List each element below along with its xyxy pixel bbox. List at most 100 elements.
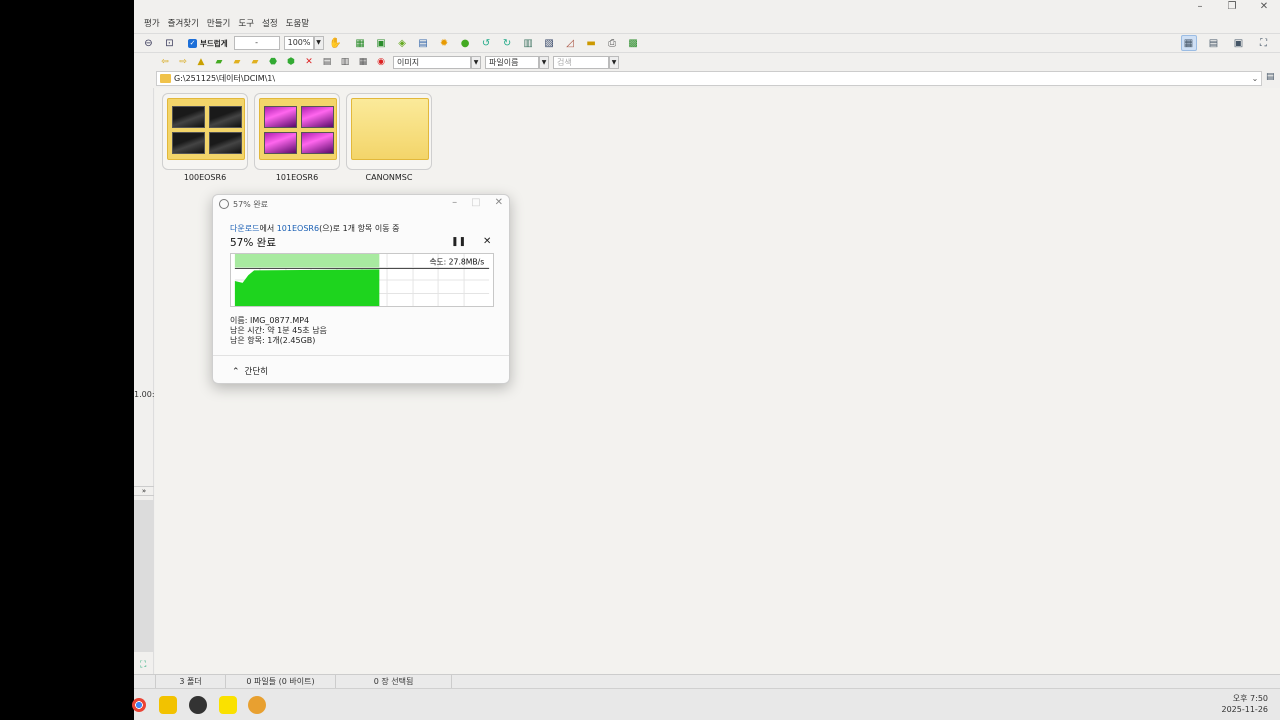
source-link[interactable]: 다운로드 [230,224,259,233]
wallpaper-icon[interactable]: ▬ [583,35,599,51]
percent-complete: 57% 완료 [230,237,276,249]
forward-icon[interactable]: ⇨ [177,56,189,68]
zoom-out-icon[interactable]: ⊖ [141,35,157,51]
value-field[interactable]: - [233,36,280,50]
folder-icon [160,74,171,83]
folder-thumb[interactable] [162,93,248,170]
fullscreen-icon[interactable]: ⛶ [1256,35,1272,51]
image-info-icon[interactable]: ▤ [415,35,431,51]
preview-view-icon[interactable]: ▣ [1231,35,1247,51]
zoom-field[interactable]: 100% [283,36,314,50]
grid-view-icon[interactable]: ▦ [357,56,369,68]
photo-preview [172,132,205,154]
type-select-dropdown[interactable]: ▼ [471,55,481,69]
status-files: 0 파일들 (0 바이트) [226,675,336,689]
menu-create[interactable]: 만들기 [203,15,234,31]
chrome-icon[interactable] [132,698,146,712]
search-dropdown[interactable]: ▼ [609,55,619,69]
address-path[interactable]: G:\251125\데이터\DCIM\1\ [174,73,1249,84]
type-select[interactable]: 이미지 [393,55,471,69]
restore-button[interactable]: ❐ [1216,0,1248,14]
app-viewer-icon[interactable] [248,696,266,714]
menu-rating[interactable]: 평가 [140,15,164,31]
smooth-label: 부드럽게 [200,38,228,48]
new-folder-icon[interactable]: ▰ [231,56,243,68]
status-folders: 3 폴더 [156,675,226,689]
chevron-up-icon: ⌃ [232,367,240,377]
panel-toggle-icon[interactable]: ▤ [1266,72,1278,84]
rotate-left-icon[interactable]: ↺ [478,35,494,51]
person-icon[interactable]: ● [457,35,473,51]
dialog-close-button[interactable]: ✕ [495,197,503,208]
dialog-title: 57% 완료 [233,200,269,209]
left-pane: 1.00: » ⛶ [134,88,155,674]
batch-icon[interactable]: ▩ [625,35,641,51]
fit-window-icon[interactable]: ⛶ [140,660,146,670]
left-pane-text: 1.00: [134,390,155,399]
folder-up-icon[interactable]: ▲ [195,56,207,68]
detail-view-icon[interactable]: ▤ [1206,35,1222,51]
menu-favorites[interactable]: 즐겨찾기 [164,15,203,31]
system-clock[interactable]: 오후 7:50 2025-11-26 [1222,693,1269,715]
dialog-maximize-button[interactable]: □ [471,197,480,208]
fit-icon[interactable]: ⊡ [162,35,178,51]
filter-red-icon[interactable]: ◉ [375,56,387,68]
folder-label: 101EOSR6 [275,173,319,182]
crop-icon[interactable]: ◿ [562,35,578,51]
view-mode-buttons: ▦ ▤ ▣ ⛶ [1178,35,1274,51]
pause-icon[interactable]: ❚❚ [451,237,466,247]
kakaotalk-icon[interactable] [219,696,237,714]
expand-chevron-icon[interactable]: » [134,486,154,496]
resize-icon[interactable]: ▥ [520,35,536,51]
folder-copy-icon[interactable]: ▰ [249,56,261,68]
print-icon[interactable]: ⎙ [604,35,620,51]
window-controls: – ❐ ✕ [1184,0,1280,14]
search-input[interactable]: 검색 [553,55,609,69]
app-dark-icon[interactable] [189,696,207,714]
collapse-details-button[interactable]: ⌃ 간단히 [232,365,268,377]
status-bar: 3 폴더 0 파일들 (0 바이트) 0 장 선택됨 [134,674,1280,689]
cancel-icon[interactable]: ✕ [483,236,491,247]
image-edit-icon[interactable]: ▣ [373,35,389,51]
dialog-minimize-button[interactable]: – [452,197,457,208]
close-button[interactable]: ✕ [1248,0,1280,14]
navigation-toolbar: ⇦ ⇨ ▲ ▰ ▰ ▰ ⬣ ⬢ ✕ ▤ ▥ ▦ ◉ 이미지 ▼ 파일이름 ▼ 검… [134,54,1280,70]
back-icon[interactable]: ⇦ [159,56,171,68]
folder-label: 100EOSR6 [183,173,227,182]
delete-icon[interactable]: ✕ [303,56,315,68]
slideshow-icon[interactable]: ▦ [352,35,368,51]
rotate-right-icon[interactable]: ↻ [499,35,515,51]
speed-label: 속도: 27.8MB/s [429,258,484,267]
minimize-button[interactable]: – [1184,0,1216,14]
move-icon[interactable]: ⬣ [267,56,279,68]
filter-icon[interactable]: ◈ [394,35,410,51]
address-dropdown-icon[interactable]: ⌄ [1249,74,1261,83]
destination-link[interactable]: 101EOSR6 [277,224,319,233]
effect-icon[interactable]: ✹ [436,35,452,51]
thumbnail-view-icon[interactable]: ▦ [1180,35,1197,51]
photo-preview [209,132,242,154]
menu-help[interactable]: 도움말 [282,15,313,31]
menu-tools[interactable]: 도구 [234,15,258,31]
sort-select-dropdown[interactable]: ▼ [539,55,549,69]
transfer-speed-graph: 속도: 27.8MB/s [230,253,494,307]
photo-preview [172,106,205,128]
photo-preview [301,132,334,154]
column-view-icon[interactable]: ▥ [339,56,351,68]
smooth-checkbox[interactable]: ✓ 부드럽게 [188,38,228,49]
list-view-icon[interactable]: ▤ [321,56,333,68]
app-yellow-icon[interactable] [159,696,177,714]
sort-select[interactable]: 파일이름 [485,55,539,69]
capture-icon[interactable]: ▧ [541,35,557,51]
hand-tool-icon[interactable]: ✋ [328,35,344,51]
menu-settings[interactable]: 설정 [258,15,282,31]
status-selected: 0 장 선택됨 [336,675,452,689]
folder-thumb[interactable] [346,93,432,170]
copy-icon[interactable]: ⬢ [285,56,297,68]
folder-refresh-icon[interactable]: ▰ [213,56,225,68]
folder-icon [259,98,337,160]
folder-thumb[interactable] [254,93,340,170]
zoom-dropdown[interactable]: ▼ [313,36,324,50]
photo-preview [264,106,297,128]
address-bar[interactable]: G:\251125\데이터\DCIM\1\ ⌄ [156,71,1262,86]
